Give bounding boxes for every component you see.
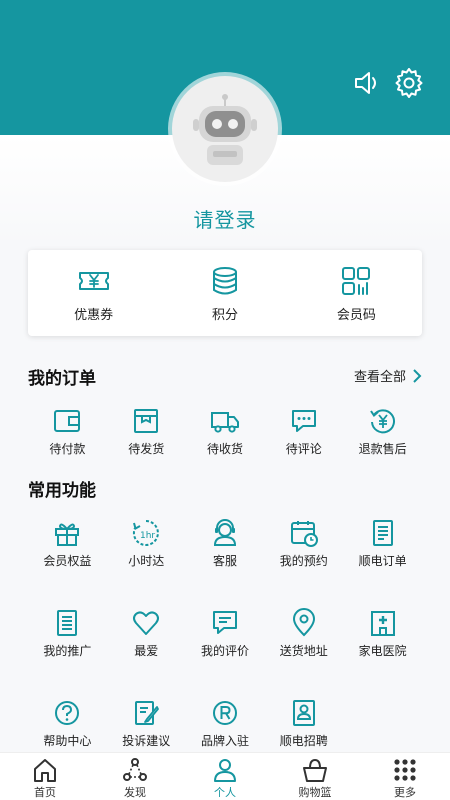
robot-avatar-icon: [193, 94, 257, 165]
function-favorites[interactable]: 最爱: [107, 608, 186, 659]
location-pin-icon: [292, 608, 315, 637]
avatar[interactable]: [172, 76, 278, 182]
asset-member-code[interactable]: 会员码: [291, 250, 422, 336]
function-label: 我的预约: [279, 554, 328, 568]
function-label: 顺电订单: [358, 554, 407, 568]
functions-title: 常用功能: [28, 481, 96, 501]
user-profile-icon: [214, 759, 236, 782]
order-pending-comment[interactable]: 待评论: [264, 406, 343, 457]
tab-more[interactable]: 更多: [360, 753, 450, 800]
function-label: 我的推广: [43, 644, 92, 658]
customer-service-headset-icon: [213, 519, 236, 546]
one-hour-clock-icon: 1hr: [133, 520, 160, 546]
asset-points[interactable]: 积分: [159, 250, 290, 336]
heart-icon: [133, 611, 160, 635]
bottom-tab-bar: 首页 发现 个人 购物篮 更多: [0, 752, 450, 800]
order-list-icon: [372, 520, 393, 546]
refund-yen-icon: [369, 409, 395, 434]
gear-icon[interactable]: [394, 68, 424, 98]
functions-row: 帮助中心 投诉建议 品牌入驻 顺电招聘: [28, 698, 422, 749]
asset-label: 优惠券: [74, 308, 114, 323]
orders-title: 我的订单: [28, 369, 96, 389]
functions-row: 会员权益 1hr 小时达 客服 我的预约 顺电订单: [28, 518, 422, 569]
calendar-clock-icon: [290, 521, 318, 547]
order-refund[interactable]: 退款售后: [343, 406, 422, 457]
function-my-reservations[interactable]: 我的预约: [264, 518, 343, 569]
function-label: 帮助中心: [43, 734, 92, 748]
function-member-benefits[interactable]: 会员权益: [28, 518, 107, 569]
member-code-icon: [342, 267, 371, 295]
orders-row: 待付款 待发货 待收货 待评论 退款售后: [28, 406, 422, 457]
discover-nodes-icon: [123, 758, 147, 781]
tab-discover[interactable]: 发现: [90, 753, 180, 800]
order-pending-shipment[interactable]: 待发货: [107, 406, 186, 457]
svg-text:1hr: 1hr: [140, 531, 155, 541]
home-icon: [34, 759, 56, 782]
function-label: 会员权益: [43, 554, 92, 568]
function-label: 顺电招聘: [279, 734, 328, 748]
function-help-center[interactable]: 帮助中心: [28, 698, 107, 749]
gift-icon: [55, 523, 80, 546]
function-delivery-address[interactable]: 送货地址: [264, 608, 343, 659]
function-sundan-orders[interactable]: 顺电订单: [343, 518, 422, 569]
header-actions: [352, 68, 424, 98]
complaint-edit-icon: [135, 701, 160, 725]
function-recruitment[interactable]: 顺电招聘: [264, 698, 343, 749]
order-label: 待收货: [206, 442, 243, 456]
wallet-icon: [54, 410, 81, 432]
promotion-list-icon: [57, 610, 78, 636]
function-label: 最爱: [134, 644, 159, 658]
help-question-icon: [55, 701, 80, 725]
function-hour-delivery[interactable]: 1hr 小时达: [107, 518, 186, 569]
tab-profile[interactable]: 个人: [180, 753, 270, 800]
asset-coupon[interactable]: 优惠券: [28, 250, 159, 336]
order-pending-payment[interactable]: 待付款: [28, 406, 107, 457]
function-brand-entry[interactable]: 品牌入驻: [186, 698, 265, 749]
order-pending-receipt[interactable]: 待收货: [186, 406, 265, 457]
order-label: 退款售后: [358, 442, 407, 456]
asset-label: 会员码: [336, 308, 376, 323]
tab-label: 购物篮: [298, 786, 332, 799]
more-grid-icon: [394, 759, 416, 781]
order-label: 待付款: [49, 442, 86, 456]
truck-icon: [210, 412, 239, 433]
chevron-right-icon: [413, 368, 422, 383]
speaker-icon[interactable]: [352, 68, 382, 98]
tab-label: 首页: [34, 786, 56, 799]
function-label: 送货地址: [279, 644, 328, 658]
order-label: 待发货: [128, 442, 165, 456]
tab-label: 发现: [124, 786, 146, 799]
registered-brand-icon: [212, 701, 237, 725]
function-label: 我的评价: [200, 644, 249, 658]
function-label: 家电医院: [358, 644, 407, 658]
function-my-reviews[interactable]: 我的评价: [186, 608, 265, 659]
order-label: 待评论: [285, 442, 322, 456]
package-box-icon: [134, 409, 159, 433]
shopping-basket-icon: [303, 758, 327, 782]
points-database-icon: [212, 267, 237, 295]
function-label: 投诉建议: [122, 734, 171, 748]
tab-basket[interactable]: 购物篮: [270, 753, 360, 800]
function-customer-service[interactable]: 客服: [186, 518, 265, 569]
hospital-icon: [370, 611, 395, 636]
recruitment-badge-icon: [292, 700, 315, 726]
view-all-label: 查看全部: [353, 370, 406, 385]
tab-home[interactable]: 首页: [0, 753, 90, 800]
function-complaints[interactable]: 投诉建议: [107, 698, 186, 749]
assets-card: 优惠券 积分 会员码: [28, 250, 422, 336]
tab-label: 个人: [214, 786, 236, 799]
function-label: 小时达: [128, 554, 165, 568]
login-link[interactable]: 请登录: [0, 204, 450, 233]
view-all-orders-link[interactable]: 查看全部: [354, 366, 422, 385]
function-label: 客服: [212, 554, 237, 568]
functions-row: 我的推广 最爱 我的评价 送货地址 家电医院: [28, 608, 422, 659]
asset-label: 积分: [211, 308, 238, 323]
function-my-promotion[interactable]: 我的推广: [28, 608, 107, 659]
tab-label: 更多: [394, 786, 416, 799]
review-edit-icon: [212, 611, 237, 634]
coupon-icon: [78, 272, 109, 290]
comment-bubble-icon: [291, 410, 316, 432]
function-appliance-hospital[interactable]: 家电医院: [343, 608, 422, 659]
function-label: 品牌入驻: [200, 734, 249, 748]
